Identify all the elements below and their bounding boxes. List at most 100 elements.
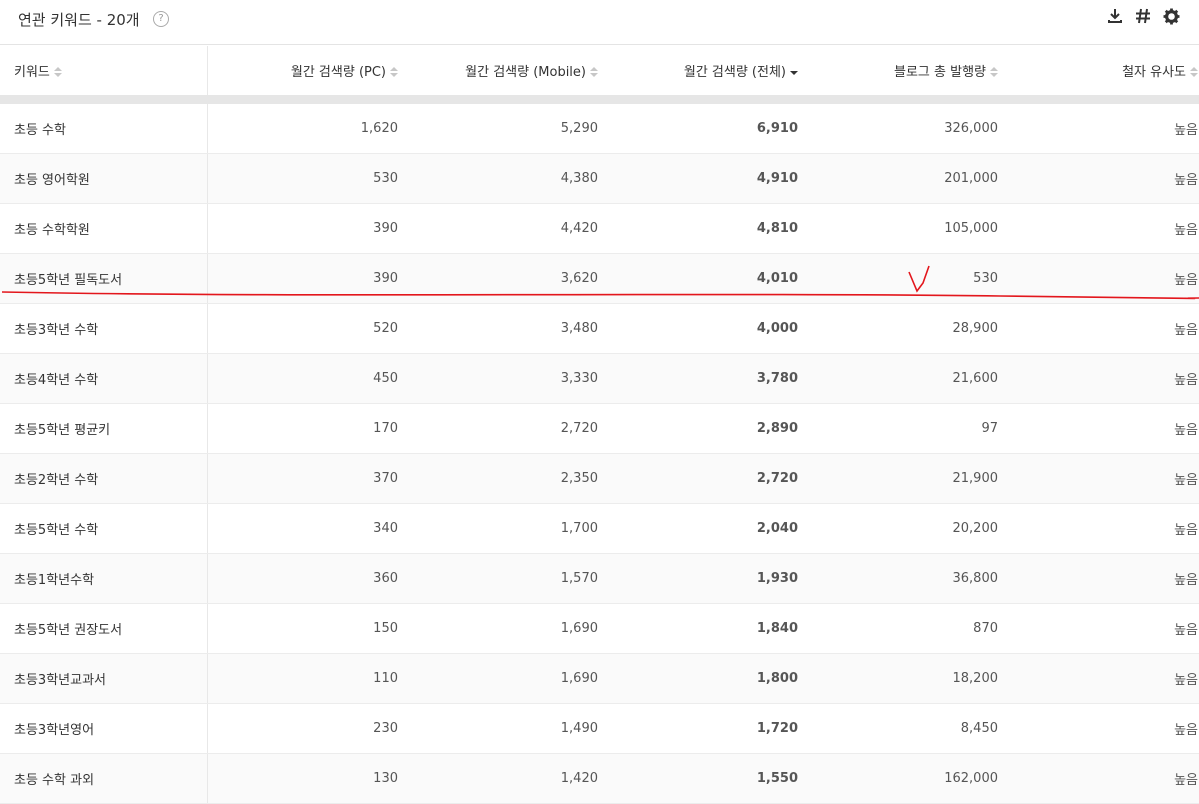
row-total-volume: 2,720 [612,453,812,504]
row-mobile-volume: 1,490 [412,703,612,754]
row-total-volume: 1,840 [612,603,812,654]
row-blog-count: 530 [812,253,1012,304]
row-similarity[interactable]: 높음 [1012,403,1199,454]
row-similarity[interactable]: 높음 [1012,453,1199,504]
row-mobile-volume: 1,420 [412,753,612,804]
table-row[interactable]: 초등4학년 수학 450 3,330 3,780 21,600 높음 [0,353,1199,404]
download-icon[interactable] [1105,6,1125,26]
row-total-volume: 1,930 [612,553,812,604]
table-row[interactable]: 초등 수학 1,620 5,290 6,910 326,000 높음 [0,99,1199,154]
row-keyword[interactable]: 초등5학년 수학 [0,503,208,554]
table-row[interactable]: 초등2학년 수학 370 2,350 2,720 21,900 높음 [0,453,1199,504]
sort-icon [990,67,998,78]
row-similarity[interactable]: 높음 [1012,303,1199,354]
row-blog-count: 20,200 [812,503,1012,554]
row-mobile-volume: 2,350 [412,453,612,504]
column-header-total[interactable]: 월간 검색량 (전체) [612,46,812,104]
hashtag-icon[interactable] [1133,6,1153,26]
table-row[interactable]: 초등5학년 필독도서 390 3,620 4,010 530 높음 [0,253,1199,304]
row-blog-count: 8,450 [812,703,1012,754]
row-total-volume: 6,910 [612,99,812,154]
row-similarity[interactable]: 높음 [1012,653,1199,704]
row-keyword[interactable]: 초등3학년영어 [0,703,208,754]
row-blog-count: 201,000 [812,153,1012,204]
gear-icon[interactable] [1161,6,1181,26]
row-similarity[interactable]: 높음 [1012,253,1199,304]
row-pc-volume: 390 [207,253,412,304]
row-keyword[interactable]: 초등4학년 수학 [0,353,208,404]
column-header-mobile[interactable]: 월간 검색량 (Mobile) [412,46,612,104]
table-row[interactable]: 초등5학년 권장도서 150 1,690 1,840 870 높음 [0,603,1199,654]
row-mobile-volume: 3,480 [412,303,612,354]
table-row[interactable]: 초등1학년수학 360 1,570 1,930 36,800 높음 [0,553,1199,604]
row-blog-count: 326,000 [812,99,1012,154]
row-pc-volume: 340 [207,503,412,554]
row-pc-volume: 230 [207,703,412,754]
row-pc-volume: 1,620 [207,99,412,154]
row-pc-volume: 450 [207,353,412,404]
row-mobile-volume: 4,380 [412,153,612,204]
row-mobile-volume: 1,690 [412,603,612,654]
row-pc-volume: 530 [207,153,412,204]
row-similarity[interactable]: 높음 [1012,703,1199,754]
row-similarity[interactable]: 높음 [1012,99,1199,154]
row-keyword[interactable]: 초등 영어학원 [0,153,208,204]
sort-icon [390,67,398,78]
row-total-volume: 4,810 [612,203,812,254]
row-mobile-volume: 4,420 [412,203,612,254]
row-keyword[interactable]: 초등3학년교과서 [0,653,208,704]
row-keyword[interactable]: 초등5학년 평균키 [0,403,208,454]
row-keyword[interactable]: 초등5학년 권장도서 [0,603,208,654]
row-similarity[interactable]: 높음 [1012,203,1199,254]
row-blog-count: 870 [812,603,1012,654]
row-keyword[interactable]: 초등5학년 필독도서 [0,253,208,304]
sort-desc-icon [790,67,798,78]
row-blog-count: 28,900 [812,303,1012,354]
sort-icon [590,67,598,78]
row-keyword[interactable]: 초등 수학학원 [0,203,208,254]
table-row[interactable]: 초등 수학학원 390 4,420 4,810 105,000 높음 [0,203,1199,254]
row-pc-volume: 360 [207,553,412,604]
row-mobile-volume: 2,720 [412,403,612,454]
row-blog-count: 21,600 [812,353,1012,404]
row-similarity[interactable]: 높음 [1012,553,1199,604]
table-row[interactable]: 초등5학년 평균키 170 2,720 2,890 97 높음 [0,403,1199,454]
row-total-volume: 4,010 [612,253,812,304]
table-row[interactable]: 초등 영어학원 530 4,380 4,910 201,000 높음 [0,153,1199,204]
sort-icon [53,67,62,78]
table-header-row: 키워드 월간 검색량 (PC) 월간 검색량 (Mobile) 월간 검색량 (… [0,46,1199,104]
column-header-blog[interactable]: 블로그 총 발행량 [812,46,1012,104]
row-keyword[interactable]: 초등 수학 [0,99,208,154]
row-pc-volume: 390 [207,203,412,254]
row-blog-count: 105,000 [812,203,1012,254]
row-keyword[interactable]: 초등3학년 수학 [0,303,208,354]
row-keyword[interactable]: 초등 수학 과외 [0,753,208,804]
row-mobile-volume: 5,290 [412,99,612,154]
row-total-volume: 4,000 [612,303,812,354]
row-similarity[interactable]: 높음 [1012,353,1199,404]
table-row[interactable]: 초등 수학 과외 130 1,420 1,550 162,000 높음 [0,753,1199,804]
column-header-pc[interactable]: 월간 검색량 (PC) [207,46,412,104]
row-mobile-volume: 1,570 [412,553,612,604]
table-row[interactable]: 초등5학년 수학 340 1,700 2,040 20,200 높음 [0,503,1199,554]
table-row[interactable]: 초등3학년교과서 110 1,690 1,800 18,200 높음 [0,653,1199,704]
row-pc-volume: 130 [207,753,412,804]
column-header-similarity[interactable]: 철자 유사도 [1012,46,1199,104]
row-keyword[interactable]: 초등2학년 수학 [0,453,208,504]
help-icon[interactable]: ? [153,11,169,27]
table-row[interactable]: 초등3학년 수학 520 3,480 4,000 28,900 높음 [0,303,1199,354]
row-similarity[interactable]: 높음 [1012,153,1199,204]
row-similarity[interactable]: 높음 [1012,753,1199,804]
row-keyword[interactable]: 초등1학년수학 [0,553,208,604]
row-blog-count: 18,200 [812,653,1012,704]
row-blog-count: 36,800 [812,553,1012,604]
table-row[interactable]: 초등3학년영어 230 1,490 1,720 8,450 높음 [0,703,1199,754]
row-pc-volume: 170 [207,403,412,454]
toolbar [1105,6,1181,26]
row-similarity[interactable]: 높음 [1012,503,1199,554]
keyword-table: 키워드 월간 검색량 (PC) 월간 검색량 (Mobile) 월간 검색량 (… [0,46,1199,804]
sort-icon [1190,67,1198,78]
row-similarity[interactable]: 높음 [1012,603,1199,654]
row-mobile-volume: 3,620 [412,253,612,304]
column-header-keyword[interactable]: 키워드 [0,46,208,104]
